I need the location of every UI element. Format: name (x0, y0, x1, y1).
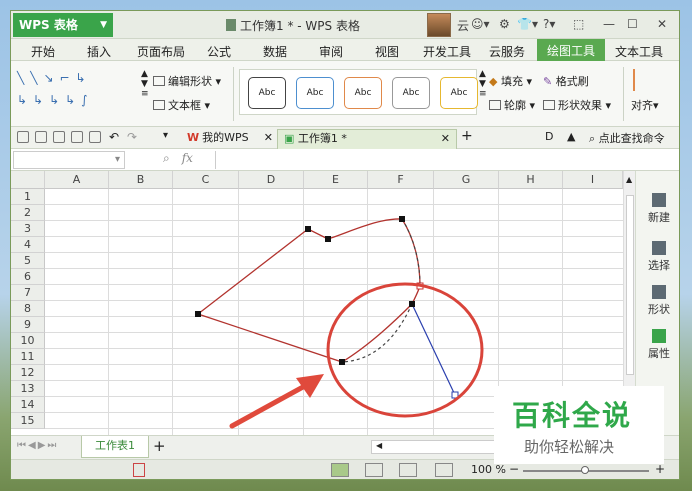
bezier-handle-line[interactable] (411, 303, 456, 396)
annotation-circle (326, 282, 484, 418)
watermark-title: 百科全说 (512, 399, 633, 432)
watermark-subtitle: 助你轻松解决 (524, 438, 615, 456)
annotation-arrow-shaft (229, 379, 315, 429)
selected-segment-1[interactable] (401, 218, 421, 287)
shape-outline[interactable] (196, 218, 421, 363)
freeform-shape[interactable] (196, 218, 421, 363)
watermark-logo: 百科全说 助你轻松解决 (494, 386, 664, 464)
vertex-point[interactable] (339, 359, 345, 365)
vertex-point[interactable] (399, 216, 405, 222)
vertex-point[interactable] (195, 311, 201, 317)
vertex-point[interactable] (409, 301, 415, 307)
vertex-point[interactable] (325, 236, 331, 242)
vertex-point[interactable] (305, 226, 311, 232)
selected-segment-2[interactable] (341, 303, 413, 363)
